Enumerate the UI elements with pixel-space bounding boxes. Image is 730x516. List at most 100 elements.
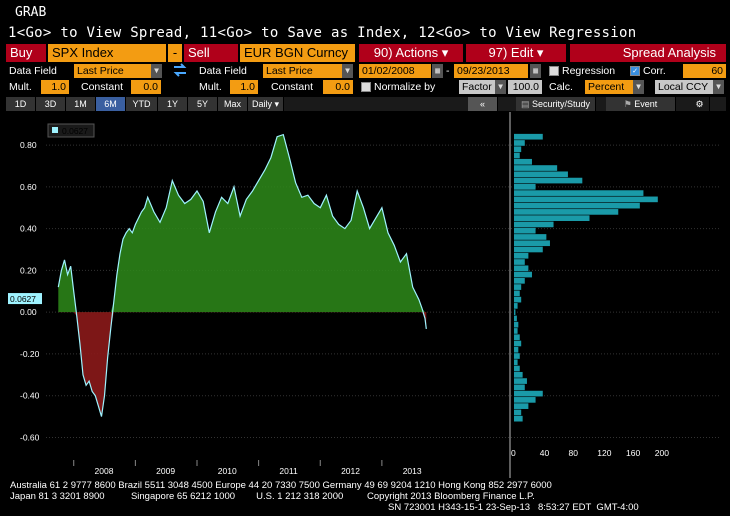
histogram-bar <box>514 346 519 353</box>
corr-window-field[interactable]: 60 <box>683 64 726 78</box>
histogram-bar <box>514 403 529 409</box>
x-tick-label: 2013 <box>403 466 422 476</box>
constant-field-1[interactable]: 0.0 <box>131 80 161 94</box>
swap-icon[interactable] <box>172 62 188 78</box>
tab-1m[interactable]: 1M <box>66 97 96 111</box>
calendar-icon[interactable]: ▦ <box>530 64 541 78</box>
y-tick-label: -0.40 <box>20 391 40 401</box>
histogram-bar <box>514 209 619 215</box>
frequency-select[interactable]: Daily ▾ <box>248 97 284 111</box>
histogram-bar <box>514 315 517 322</box>
histogram-bar <box>514 190 644 196</box>
gear-icon[interactable]: ⚙ <box>690 97 710 111</box>
spread-analysis-button[interactable]: Spread Analysis <box>570 44 726 62</box>
histogram-bar <box>514 328 518 334</box>
data-field-select-1[interactable]: Last Price <box>74 64 151 78</box>
histogram-x-tick-label: 80 <box>569 448 579 458</box>
histogram-bar <box>514 184 536 190</box>
x-tick-label: 2009 <box>156 466 175 476</box>
normalize-label: Normalize by <box>374 81 436 93</box>
date-separator: - <box>446 65 450 77</box>
tab-ytd[interactable]: YTD <box>126 97 158 111</box>
histogram-bar <box>514 353 520 359</box>
sell-button[interactable]: Sell <box>184 44 238 62</box>
y-tick-label: -0.60 <box>20 432 40 442</box>
legend-swatch <box>52 127 58 133</box>
histogram-bar <box>514 165 558 171</box>
mult-field-1[interactable]: 1.0 <box>41 80 69 94</box>
spread-operator-field[interactable]: - <box>168 44 182 62</box>
window-title: GRAB <box>15 5 47 20</box>
event-button[interactable]: ⚑ Event <box>606 97 676 111</box>
tab-1y[interactable]: 1Y <box>158 97 188 111</box>
tab-5y[interactable]: 5Y <box>188 97 218 111</box>
data-field-select-2[interactable]: Last Price <box>263 64 342 78</box>
histogram-bar <box>514 221 554 228</box>
tab-3d[interactable]: 3D <box>36 97 66 111</box>
regression-checkbox[interactable] <box>549 66 559 76</box>
chevron-down-icon[interactable]: ▼ <box>342 64 353 78</box>
corr-checkbox[interactable]: ✓ <box>630 66 640 76</box>
histogram-bar <box>514 290 520 297</box>
histogram-x-tick-label: 160 <box>626 448 640 458</box>
normalize-checkbox[interactable] <box>361 82 371 92</box>
footer-line-1: Australia 61 2 9777 8600 Brazil 5511 304… <box>10 480 552 491</box>
histogram-bar <box>514 340 522 347</box>
histogram-bar <box>514 415 523 422</box>
corr-label: Corr. <box>643 65 666 77</box>
constant-label-2: Constant <box>271 81 314 93</box>
histogram-bar <box>514 384 525 391</box>
actions-menu-button[interactable]: 90) Actions ▾ <box>359 44 463 62</box>
histogram-bar <box>514 359 518 366</box>
edit-menu-button[interactable]: 97) Edit ▾ <box>466 44 566 62</box>
factor-select[interactable]: Factor <box>459 80 495 94</box>
constant-field-2[interactable]: 0.0 <box>323 80 353 94</box>
flag-icon: ⚑ <box>623 99 635 109</box>
mult-field-2[interactable]: 1.0 <box>230 80 258 94</box>
start-date-field[interactable]: 01/02/2008 <box>359 64 431 78</box>
histogram-x-tick-label: 120 <box>597 448 611 458</box>
y-tick-label: 0.20 <box>20 265 37 275</box>
footer-line-2: Japan 81 3 3201 8900 Singapore 65 6212 1… <box>10 491 535 502</box>
histogram-bar <box>514 296 522 303</box>
histogram-bar <box>514 365 520 372</box>
factor-value-field[interactable]: 100.0 <box>508 80 542 94</box>
tab-1d[interactable]: 1D <box>6 97 36 111</box>
chevron-down-icon[interactable]: ▼ <box>633 80 644 94</box>
buy-button[interactable]: Buy <box>6 44 46 62</box>
chart-icon: ▤ <box>520 99 532 109</box>
tab-6m[interactable]: 6M <box>96 97 126 111</box>
calendar-icon[interactable]: ▦ <box>432 64 443 78</box>
y-tick-label: -0.20 <box>20 349 40 359</box>
histogram-bar <box>514 303 518 309</box>
sell-security-field[interactable]: EUR BGN Curncy <box>240 44 355 62</box>
instructions-text: 1<Go> to View Spread, 11<Go> to Save as … <box>8 25 637 41</box>
collapse-panel-button[interactable]: « <box>468 97 498 111</box>
histogram-bar <box>514 309 516 315</box>
regression-label: Regression <box>562 65 616 77</box>
histogram-bar <box>514 227 536 234</box>
histogram-bar <box>514 378 527 384</box>
calc-select[interactable]: Percent <box>585 80 633 94</box>
histogram-bar <box>514 240 550 247</box>
y-tick-label: 0.40 <box>20 224 37 234</box>
histogram-x-tick-label: 200 <box>655 448 669 458</box>
security-study-button[interactable]: ▤ Security/Study <box>516 97 596 111</box>
calc-label: Calc. <box>549 81 573 93</box>
tab-max[interactable]: Max <box>218 97 248 111</box>
chevron-down-icon[interactable]: ▼ <box>151 64 162 78</box>
x-tick-label: 2012 <box>341 466 360 476</box>
last-value-label: 0.0627 <box>10 294 36 304</box>
buy-security-field[interactable]: SPX Index <box>48 44 166 62</box>
histogram-bar <box>514 271 532 278</box>
histogram-bar <box>514 334 520 341</box>
histogram-bar <box>514 152 520 159</box>
chevron-down-icon[interactable]: ▼ <box>495 80 506 94</box>
chevron-down-icon[interactable]: ▼ <box>713 80 724 94</box>
x-tick-label: 2011 <box>279 466 298 476</box>
currency-select[interactable]: Local CCY <box>655 80 713 94</box>
end-date-field[interactable]: 09/23/2013 <box>454 64 528 78</box>
y-tick-label: 0.00 <box>20 307 37 317</box>
spread-chart: 0.800.600.400.200.00-0.20-0.40-0.60 2008… <box>8 112 720 478</box>
footer-line-3: SN 723001 H343-15-1 23-Sep-13 8:53:27 ED… <box>388 502 639 513</box>
